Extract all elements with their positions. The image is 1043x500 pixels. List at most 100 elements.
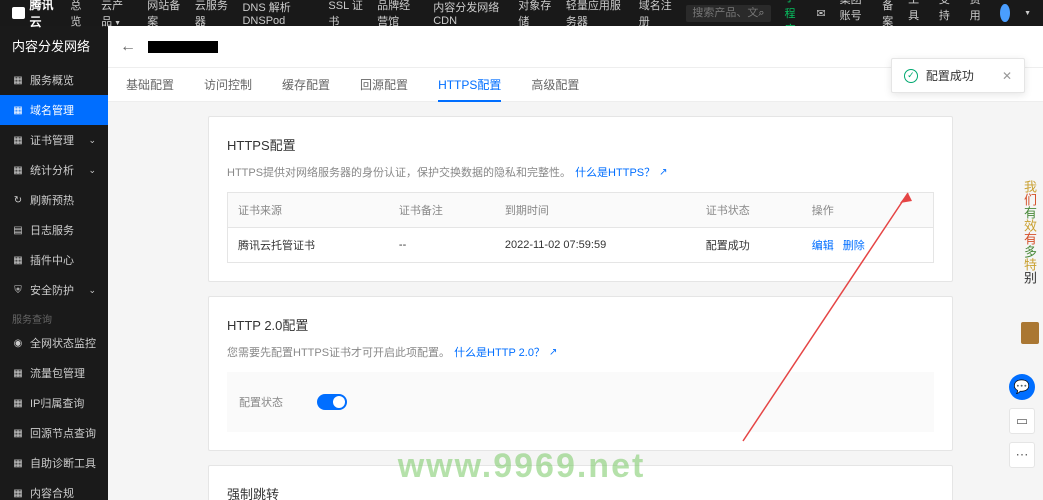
floating-actions: 💬 ▭ ⋯ xyxy=(1009,374,1035,468)
http2-desc: 您需要先配置HTTPS证书才可开启此项配置。 什么是HTTP 2.0？ ↗ xyxy=(227,344,934,360)
sidebar-item-ip[interactable]: ▦IP归属查询 xyxy=(0,388,108,418)
sidebar-item-traffic[interactable]: ▦流量包管理 xyxy=(0,358,108,388)
fab-chat[interactable]: 💬 xyxy=(1009,374,1035,400)
cloud-icon xyxy=(12,7,25,19)
sidebar-item-stats[interactable]: ▦统计分析 xyxy=(0,155,108,185)
tab-origin[interactable]: 回源配置 xyxy=(360,68,408,101)
success-icon: ✓ xyxy=(904,69,918,83)
sidebar-item-security[interactable]: ⛨安全防护 xyxy=(0,275,108,305)
cert-edit-link[interactable]: 编辑 xyxy=(812,240,834,252)
http2-status-label: 配置状态 xyxy=(239,394,289,410)
tab-cache[interactable]: 缓存配置 xyxy=(282,68,330,101)
http2-title: HTTP 2.0配置 xyxy=(227,315,934,334)
th-remark: 证书备注 xyxy=(389,193,495,228)
th-expire: 到期时间 xyxy=(495,193,696,228)
top-header: 腾讯云 总览 云产品 网站备案 云服务器 DNS 解析 DNSPod SSL 证… xyxy=(0,0,1043,26)
sidebar-item-overview[interactable]: ▦服务概览 xyxy=(0,65,108,95)
nav-domain[interactable]: 域名注册 xyxy=(639,0,673,29)
plugin-icon: ▦ xyxy=(12,254,24,266)
tab-basic[interactable]: 基础配置 xyxy=(126,68,174,101)
brand-logo[interactable]: 腾讯云 xyxy=(12,0,56,30)
back-button[interactable]: ← xyxy=(120,38,136,56)
trash-icon[interactable] xyxy=(1021,322,1039,344)
search-icon[interactable]: ⌕ xyxy=(758,7,764,20)
redirect-card: 强制跳转 根据配置将用户访问强制跳转为 Https 或 Http。 什么是 Ht… xyxy=(208,465,953,500)
sidebar-item-compliance[interactable]: ▦内容合规 xyxy=(0,478,108,500)
nav-dns[interactable]: DNS 解析 DNSPod xyxy=(242,0,314,27)
account-dropdown-icon[interactable]: ▼ xyxy=(1024,10,1031,17)
node-icon: ▦ xyxy=(12,427,24,439)
nav-overview[interactable]: 总览 xyxy=(70,0,87,29)
nav-lighthouse[interactable]: 轻量应用服务器 xyxy=(566,0,625,29)
search-input[interactable] xyxy=(692,7,758,19)
fab-feedback[interactable]: ⋯ xyxy=(1009,442,1035,468)
brand-text: 腾讯云 xyxy=(29,0,56,30)
cert-source: 腾讯云托管证书 xyxy=(228,228,389,263)
cert-table: 证书来源 证书备注 到期时间 证书状态 操作 腾讯云托管证书 -- 2022-1… xyxy=(227,192,934,263)
https-help-link[interactable]: 什么是HTTPS？ xyxy=(575,164,655,180)
nav-cdn[interactable]: 内容分发网络 CDN xyxy=(433,0,504,27)
stats-icon: ▦ xyxy=(12,164,24,176)
nav-cos[interactable]: 对象存储 xyxy=(518,0,552,29)
sidebar-item-diag[interactable]: ▦自助诊断工具 xyxy=(0,448,108,478)
nav-products[interactable]: 云产品 xyxy=(101,0,133,29)
toast-text: 配置成功 xyxy=(926,67,974,84)
external-link-icon: ↗ xyxy=(659,167,667,178)
cert-icon: ▦ xyxy=(12,134,24,146)
sidebar: 内容分发网络 ▦服务概览 ▦域名管理 ▦证书管理 ▦统计分析 ↻刷新预热 ▤日志… xyxy=(0,26,108,500)
sidebar-item-domain[interactable]: ▦域名管理 xyxy=(0,95,108,125)
http2-card: HTTP 2.0配置 您需要先配置HTTPS证书才可开启此项配置。 什么是HTT… xyxy=(208,296,953,451)
http2-help-link[interactable]: 什么是HTTP 2.0？ xyxy=(454,344,545,360)
user-avatar[interactable] xyxy=(1000,4,1010,22)
sidebar-item-cert[interactable]: ▦证书管理 xyxy=(0,125,108,155)
http2-toggle[interactable] xyxy=(317,394,347,410)
https-card-title: HTTPS配置 xyxy=(227,135,934,154)
tab-access[interactable]: 访问控制 xyxy=(204,68,252,101)
log-icon: ▤ xyxy=(12,224,24,236)
cert-status: 配置成功 xyxy=(696,228,802,263)
side-annotation-text: 我们有效有多特别 xyxy=(1020,180,1039,284)
https-config-card: HTTPS配置 HTTPS提供对网络服务器的身份认证，保护交换数据的隐私和完整性… xyxy=(208,116,953,282)
ip-icon: ▦ xyxy=(12,397,24,409)
redirect-title: 强制跳转 xyxy=(227,484,934,500)
th-ops: 操作 xyxy=(802,193,934,228)
toast-close-button[interactable]: ✕ xyxy=(1002,69,1012,83)
beian-link[interactable]: 备案 xyxy=(882,0,894,29)
cert-expire: 2022-11-02 07:59:59 xyxy=(495,228,696,263)
sidebar-item-monitor[interactable]: ◉全网状态监控 xyxy=(0,328,108,358)
th-source: 证书来源 xyxy=(228,193,389,228)
main-panel: ← 基础配置 访问控制 缓存配置 回源配置 HTTPS配置 高级配置 HTTPS… xyxy=(108,26,1043,500)
external-link-icon: ↗ xyxy=(549,347,557,358)
traffic-icon: ▦ xyxy=(12,367,24,379)
sidebar-title: 内容分发网络 xyxy=(0,26,108,65)
shield-icon: ⛨ xyxy=(12,284,24,296)
sidebar-item-node[interactable]: ▦回源节点查询 xyxy=(0,418,108,448)
success-toast: ✓ 配置成功 ✕ xyxy=(891,58,1025,93)
sidebar-item-log[interactable]: ▤日志服务 xyxy=(0,215,108,245)
diag-icon: ▦ xyxy=(12,457,24,469)
sidebar-section-query: 服务查询 xyxy=(0,305,108,328)
header-search[interactable]: ⌕ xyxy=(686,5,770,22)
fab-docs[interactable]: ▭ xyxy=(1009,408,1035,434)
nav-beian[interactable]: 网站备案 xyxy=(147,0,181,29)
sidebar-item-refresh[interactable]: ↻刷新预热 xyxy=(0,185,108,215)
overview-icon: ▦ xyxy=(12,74,24,86)
compliance-icon: ▦ xyxy=(12,487,24,499)
https-card-desc: HTTPS提供对网络服务器的身份认证，保护交换数据的隐私和完整性。 什么是HTT… xyxy=(227,164,934,180)
nav-brand[interactable]: 品牌经营馆 xyxy=(377,0,419,29)
mail-icon[interactable]: ✉ xyxy=(816,7,825,20)
domain-icon: ▦ xyxy=(12,104,24,116)
refresh-icon: ↻ xyxy=(12,194,24,206)
nav-cvm[interactable]: 云服务器 xyxy=(195,0,229,29)
sidebar-item-plugin[interactable]: ▦插件中心 xyxy=(0,245,108,275)
cert-row: 腾讯云托管证书 -- 2022-11-02 07:59:59 配置成功 编辑 删… xyxy=(228,228,934,263)
monitor-icon: ◉ xyxy=(12,337,24,349)
cert-remark: -- xyxy=(389,228,495,263)
cert-delete-link[interactable]: 删除 xyxy=(843,240,865,252)
nav-ssl[interactable]: SSL 证书 xyxy=(328,0,363,29)
tab-https[interactable]: HTTPS配置 xyxy=(438,68,501,101)
domain-name-redacted xyxy=(148,41,218,53)
th-status: 证书状态 xyxy=(696,193,802,228)
tab-advanced[interactable]: 高级配置 xyxy=(531,68,579,101)
content-scroll[interactable]: HTTPS配置 HTTPS提供对网络服务器的身份认证，保护交换数据的隐私和完整性… xyxy=(108,102,1043,500)
